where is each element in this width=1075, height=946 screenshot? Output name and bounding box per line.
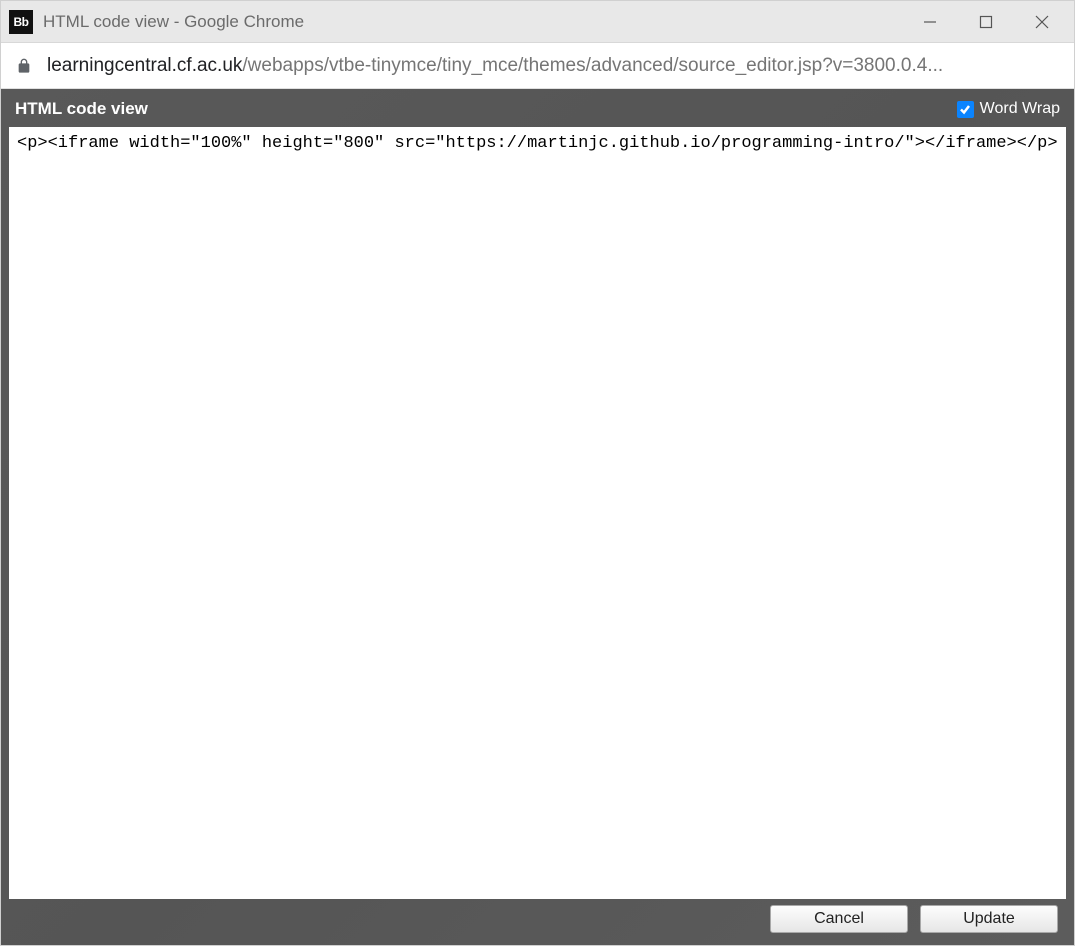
dialog-content: HTML code view Word Wrap Cancel Update	[1, 89, 1074, 945]
dialog-title: HTML code view	[15, 99, 148, 119]
wordwrap-toggle[interactable]: Word Wrap	[957, 100, 1060, 118]
titlebar: Bb HTML code view - Google Chrome	[1, 1, 1074, 43]
browser-window: Bb HTML code view - Google Chrome learni…	[0, 0, 1075, 946]
close-button[interactable]	[1032, 12, 1052, 32]
html-source-editor[interactable]	[9, 127, 1066, 899]
minimize-button[interactable]	[920, 12, 940, 32]
window-controls	[920, 12, 1066, 32]
maximize-button[interactable]	[976, 12, 996, 32]
dialog-header: HTML code view Word Wrap	[9, 99, 1066, 119]
favicon-bb-icon: Bb	[9, 10, 33, 34]
update-button[interactable]: Update	[920, 905, 1058, 933]
dialog-footer: Cancel Update	[9, 899, 1066, 937]
window-title: HTML code view - Google Chrome	[43, 12, 920, 32]
address-bar[interactable]: learningcentral.cf.ac.uk/webapps/vtbe-ti…	[1, 43, 1074, 89]
lock-icon	[15, 57, 33, 75]
cancel-button[interactable]: Cancel	[770, 905, 908, 933]
url-path: /webapps/vtbe-tinymce/tiny_mce/themes/ad…	[242, 55, 943, 76]
url-text: learningcentral.cf.ac.uk/webapps/vtbe-ti…	[47, 55, 1060, 77]
url-domain: learningcentral.cf.ac.uk	[47, 55, 242, 76]
checkbox-checked-icon[interactable]	[957, 101, 974, 118]
wordwrap-label: Word Wrap	[980, 100, 1060, 118]
